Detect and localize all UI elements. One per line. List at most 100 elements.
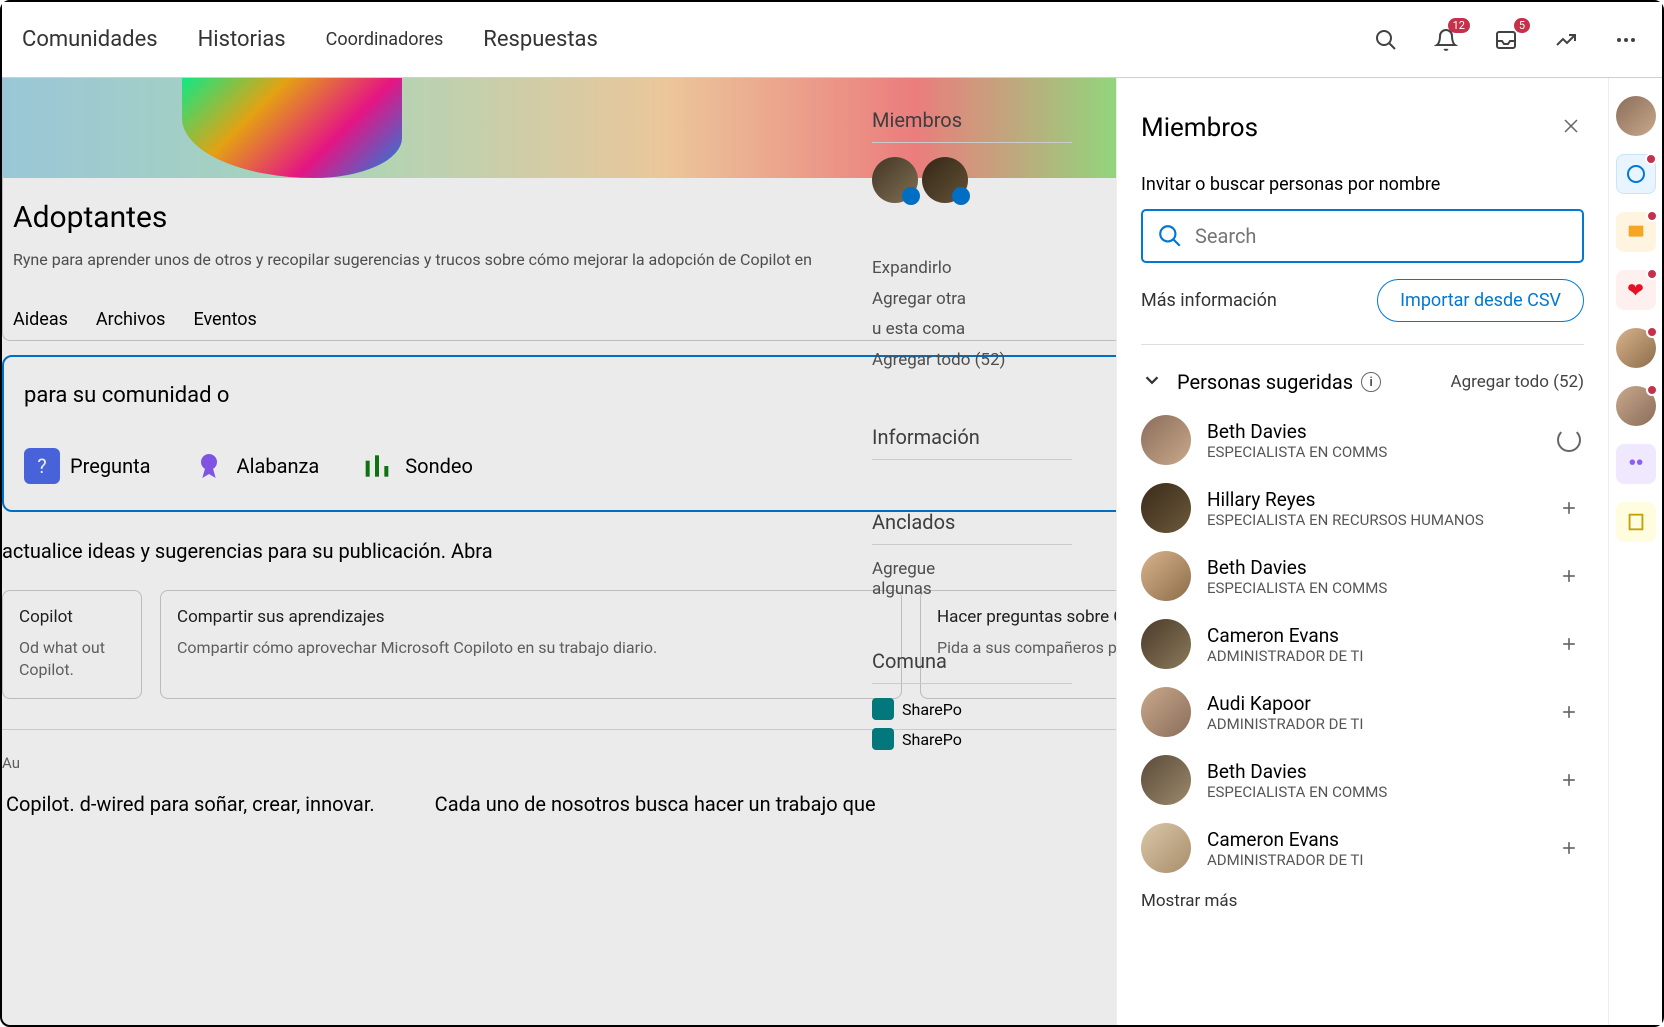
rail-copilot-icon[interactable] [1616, 154, 1656, 194]
person-avatar[interactable] [1141, 755, 1191, 805]
side-link[interactable]: SharePo [902, 700, 962, 719]
person-name: Beth Davies [1207, 420, 1554, 443]
add-person-button[interactable] [1554, 561, 1584, 591]
search-box[interactable] [1141, 209, 1584, 263]
rail-avatar[interactable] [1616, 386, 1656, 426]
plus-icon [1559, 566, 1579, 586]
top-nav: Comunidades Historias Coordinadores Resp… [2, 2, 1662, 78]
show-more-link[interactable]: Mostrar más [1141, 891, 1584, 911]
add-person-button[interactable] [1554, 493, 1584, 523]
search-icon [1157, 223, 1183, 249]
info-icon[interactable]: i [1361, 372, 1381, 392]
person-row: Audi KapoorADMINISTRADOR DE TI [1141, 687, 1584, 737]
loading-spinner[interactable] [1554, 425, 1584, 455]
card-1[interactable]: Copilot Od what out Copilot. [2, 590, 142, 699]
add-person-button[interactable] [1554, 765, 1584, 795]
person-row: Cameron EvansADMINISTRADOR DE TI [1141, 823, 1584, 873]
rail-group-icon[interactable] [1616, 444, 1656, 484]
more-icon[interactable] [1610, 24, 1642, 56]
card-2[interactable]: Compartir sus aprendizajes Compartir cóm… [160, 590, 902, 699]
plus-icon [1559, 634, 1579, 654]
search-icon[interactable] [1370, 24, 1402, 56]
person-avatar[interactable] [1141, 619, 1191, 669]
add-person-button[interactable] [1554, 697, 1584, 727]
compose-option-pregunta[interactable]: ? Pregunta [24, 448, 151, 484]
person-row: Beth DaviesESPECIALISTA EN COMMS [1141, 415, 1584, 465]
post-text-1: Copilot. d-wired para soñar, crear, inno… [6, 792, 375, 816]
compose-option-alabanza[interactable]: Alabanza [191, 448, 320, 484]
add-all-link[interactable]: Agregar todo (52) [1451, 372, 1584, 392]
rail-heart-icon[interactable]: ❤ [1616, 270, 1656, 310]
plus-icon [1559, 702, 1579, 722]
right-rail: ❤ [1608, 78, 1662, 1025]
side-text: algunas [872, 579, 932, 599]
side-text: Agregar otra [872, 284, 1072, 315]
person-name: Cameron Evans [1207, 624, 1554, 647]
member-avatar[interactable] [872, 157, 918, 203]
rail-avatar[interactable] [1616, 96, 1656, 136]
rail-presentation-icon[interactable] [1616, 212, 1656, 252]
side-comuna-heading: Comuna [872, 649, 1072, 684]
nav-tab-comunidades[interactable]: Comunidades [22, 27, 158, 52]
bell-icon[interactable]: 12 [1430, 24, 1462, 56]
post-text-2: Cada uno de nosotros busca hacer un trab… [435, 792, 876, 816]
poll-icon [359, 448, 395, 484]
search-input[interactable] [1195, 224, 1568, 248]
spinner-icon [1557, 428, 1581, 452]
side-text: Expandirlo [872, 253, 1072, 284]
person-row: Beth DaviesESPECIALISTA EN COMMS [1141, 755, 1584, 805]
side-info-heading: Información [872, 425, 1072, 460]
add-person-button[interactable] [1554, 833, 1584, 863]
nav-tab-respuestas[interactable]: Respuestas [483, 27, 598, 52]
side-link[interactable]: SharePo [902, 730, 962, 749]
person-role: ESPECIALISTA EN COMMS [1207, 579, 1554, 597]
person-avatar[interactable] [1141, 687, 1191, 737]
question-icon: ? [24, 448, 60, 484]
rail-notes-icon[interactable] [1616, 502, 1656, 542]
person-avatar[interactable] [1141, 483, 1191, 533]
person-row: Cameron EvansADMINISTRADOR DE TI [1141, 619, 1584, 669]
nav-tab-historias[interactable]: Historias [198, 27, 286, 52]
person-role: ADMINISTRADOR DE TI [1207, 715, 1554, 733]
plus-icon [1559, 770, 1579, 790]
person-role: ESPECIALISTA EN COMMS [1207, 783, 1554, 801]
person-name: Hillary Reyes [1207, 488, 1554, 511]
side-text: Agregar todo (52) [872, 345, 1072, 376]
chevron-down-icon[interactable] [1141, 369, 1163, 395]
tab-archivos[interactable]: Archivos [96, 309, 166, 330]
nav-right: 12 5 [1370, 24, 1642, 56]
person-name: Audi Kapoor [1207, 692, 1554, 715]
side-members-heading: Miembros [872, 108, 1072, 143]
tab-eventos[interactable]: Eventos [193, 309, 256, 330]
import-csv-button[interactable]: Importar desde CSV [1377, 279, 1584, 322]
community-title: Adoptantes [13, 200, 167, 235]
person-avatar[interactable] [1141, 551, 1191, 601]
suggested-title: Personas sugeridas [1177, 370, 1353, 394]
ribbon-icon [191, 448, 227, 484]
person-role: ADMINISTRADOR DE TI [1207, 851, 1554, 869]
person-avatar[interactable] [1141, 415, 1191, 465]
person-row: Beth DaviesESPECIALISTA EN COMMS [1141, 551, 1584, 601]
invite-label: Invitar o buscar personas por nombre [1141, 174, 1584, 195]
tab-ideas[interactable]: Aideas [13, 309, 68, 330]
inbox-icon[interactable]: 5 [1490, 24, 1522, 56]
member-avatar[interactable] [922, 157, 968, 203]
person-avatar[interactable] [1141, 823, 1191, 873]
compose-option-sondeo[interactable]: Sondeo [359, 448, 473, 484]
nav-tabs: Comunidades Historias Coordinadores Resp… [22, 27, 598, 52]
side-text: Agregue [872, 559, 935, 579]
plus-icon [1559, 498, 1579, 518]
add-person-button[interactable] [1554, 629, 1584, 659]
panel-title: Miembros [1141, 113, 1258, 143]
side-text: u esta coma [872, 314, 1072, 345]
person-name: Beth Davies [1207, 556, 1554, 579]
analytics-icon[interactable] [1550, 24, 1582, 56]
close-button[interactable] [1558, 112, 1584, 144]
person-name: Cameron Evans [1207, 828, 1554, 851]
plus-icon [1559, 838, 1579, 858]
bell-badge: 12 [1448, 18, 1470, 33]
person-role: ESPECIALISTA EN COMMS [1207, 443, 1554, 461]
rail-avatar[interactable] [1616, 328, 1656, 368]
nav-tab-coordinadores[interactable]: Coordinadores [326, 29, 444, 50]
more-info-link[interactable]: Más información [1141, 290, 1277, 311]
